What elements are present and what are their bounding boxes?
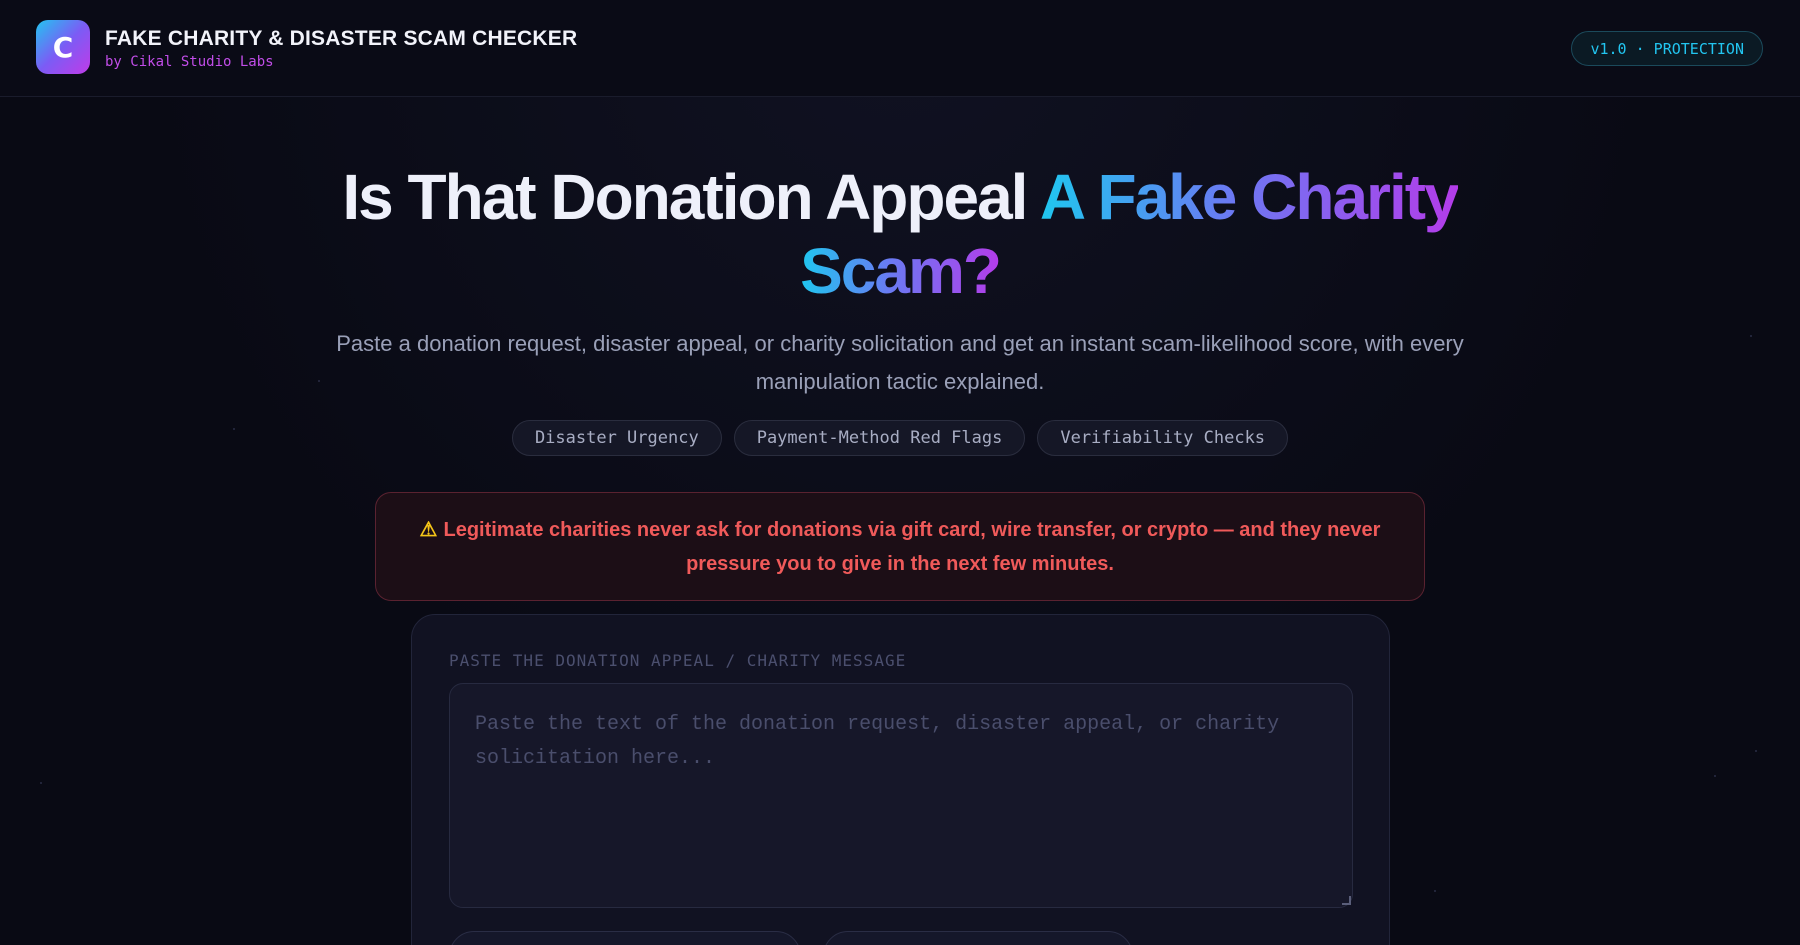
chip-disaster-urgency: Disaster Urgency [511,420,722,456]
version-badge: v1.0 · PROTECTION [1571,31,1763,66]
logo-letter: C [52,30,74,64]
input-label: PASTE THE DONATION APPEAL / CHARITY MESS… [449,651,907,670]
top-bar: C FAKE CHARITY & DISASTER SCAM CHECKER b… [0,0,1800,97]
app-logo: C [36,20,90,74]
hero-title: Is That Donation Appeal A Fake Charity S… [0,160,1800,308]
app-subtitle: by Cikal Studio Labs [105,54,274,70]
hero-description: Paste a donation request, disaster appea… [336,331,1464,394]
warning-text: Legitimate charities never ask for donat… [443,518,1381,575]
feature-chips: Disaster Urgency Payment-Method Red Flag… [0,420,1800,456]
warning-icon: ⚠ [419,518,438,541]
secondary-action-button[interactable] [823,931,1133,945]
resize-handle-icon[interactable] [1342,896,1351,905]
donation-text-input[interactable] [449,683,1353,908]
chip-verifiability-checks: Verifiability Checks [1037,420,1289,456]
app-title: FAKE CHARITY & DISASTER SCAM CHECKER [105,27,578,50]
warning-banner: ⚠ Legitimate charities never ask for dona… [375,492,1425,601]
input-panel: PASTE THE DONATION APPEAL / CHARITY MESS… [411,614,1390,945]
hero-title-highlight-2: Scam? [800,235,1002,307]
primary-action-button[interactable] [449,931,801,945]
chip-payment-method-red-flags: Payment-Method Red Flags [733,420,1026,456]
hero-title-plain: Is That Donation Appeal [342,161,1040,233]
hero-title-highlight: A Fake Charity [1039,161,1460,233]
